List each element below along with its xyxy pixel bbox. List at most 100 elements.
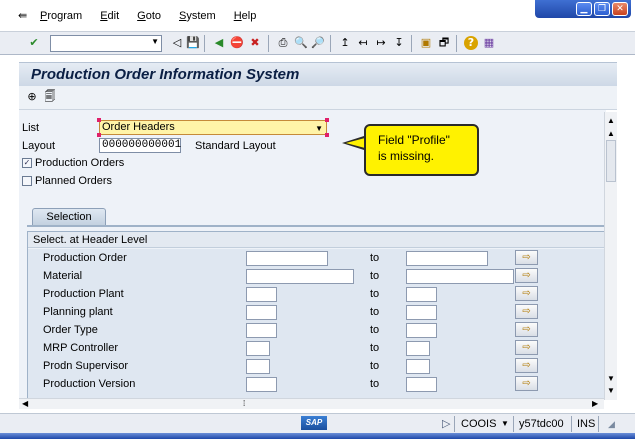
scroll-thumb[interactable]	[606, 140, 616, 182]
find-next-icon[interactable]: 🔎	[311, 36, 325, 50]
order-type-high-field[interactable]	[406, 323, 437, 338]
taskbar-edge	[0, 433, 635, 439]
multiple-selection-button[interactable]: ⇨	[515, 286, 538, 301]
help-icon[interactable]: ?	[464, 36, 478, 50]
vertical-scrollbar[interactable]: ▲ ▲ ▼ ▼	[604, 112, 617, 400]
enter-icon[interactable]: ✔	[27, 36, 41, 50]
save-icon[interactable]: 💾	[186, 36, 200, 50]
planned-orders-checkbox[interactable]	[22, 176, 32, 186]
to-label: to	[370, 288, 380, 300]
production-plant-label: Production Plant	[43, 288, 124, 300]
multiple-selection-button[interactable]: ⇨	[515, 304, 538, 319]
scroll-thumb-grip-icon[interactable]: ⁞	[243, 399, 245, 408]
first-page-icon[interactable]: ↥	[338, 36, 352, 50]
prodn-supervisor-low-field[interactable]	[246, 359, 270, 374]
previous-page-icon[interactable]: ↤	[356, 36, 370, 50]
title-bar: Production Order Information System	[19, 62, 617, 86]
server-name: y57tdc00	[519, 418, 564, 430]
scroll-left-icon[interactable]: ◀	[22, 399, 28, 408]
selection-handle	[97, 118, 101, 122]
multiple-selection-button[interactable]: ⇨	[515, 358, 538, 373]
to-label: to	[370, 252, 380, 264]
scroll-down-icon[interactable]: ▼	[607, 386, 615, 395]
close-button[interactable]: ✕	[612, 2, 628, 16]
material-label: Material	[43, 270, 83, 282]
cancel-icon[interactable]: ✖	[248, 36, 262, 50]
restore-button[interactable]: ❐	[594, 2, 610, 16]
menu-goto[interactable]: Goto	[137, 10, 161, 22]
mrp-controller-label: MRP Controller	[43, 342, 118, 354]
get-variant-icon[interactable]: 🗐	[43, 90, 57, 104]
order-type-low-field[interactable]	[246, 323, 277, 338]
planning-plant-high-field[interactable]	[406, 305, 437, 320]
resize-grip-icon[interactable]: ◢	[608, 417, 615, 431]
production-orders-checkbox[interactable]: ✓	[22, 158, 32, 168]
production-version-label: Production Version	[43, 378, 136, 390]
minimize-button[interactable]: ▁	[576, 2, 592, 16]
layout-menu-icon[interactable]: ▦	[482, 36, 496, 50]
planning-plant-low-field[interactable]	[246, 305, 277, 320]
mrp-controller-low-field[interactable]	[246, 341, 270, 356]
annotation-callout: Field "Profile" is missing.	[364, 124, 479, 176]
layout-description: Standard Layout	[195, 140, 276, 152]
planned-orders-label: Planned Orders	[35, 175, 113, 187]
toolbar-separator	[204, 35, 205, 52]
chevron-down-icon[interactable]: ▼	[315, 122, 323, 135]
scroll-up-icon[interactable]: ▲	[607, 129, 615, 138]
print-icon[interactable]: ⎙	[276, 36, 290, 50]
multiple-selection-button[interactable]: ⇨	[515, 250, 538, 265]
next-page-icon[interactable]: ↦	[374, 36, 388, 50]
chevron-down-icon[interactable]: ▼	[501, 417, 509, 431]
scroll-down-icon[interactable]: ▼	[607, 374, 615, 383]
command-field[interactable]: ▼	[50, 35, 162, 52]
order-type-label: Order Type	[43, 324, 98, 336]
scroll-up-icon[interactable]: ▲	[607, 116, 615, 125]
horizontal-scrollbar[interactable]: ◀ ⁞ ▶	[19, 398, 604, 409]
material-high-field[interactable]	[406, 269, 514, 284]
production-orders-label: Production Orders	[35, 157, 125, 169]
menu-help[interactable]: Help	[234, 10, 257, 22]
chevron-down-icon[interactable]: ▼	[151, 37, 159, 46]
to-label: to	[370, 342, 380, 354]
production-plant-high-field[interactable]	[406, 287, 437, 302]
planning-plant-label: Planning plant	[43, 306, 113, 318]
list-dropdown[interactable]: Order Headers ▼	[99, 120, 327, 135]
status-toggle-icon[interactable]: ▷	[442, 417, 450, 431]
material-low-field[interactable]	[246, 269, 354, 284]
application-toolbar: ⊕ 🗐	[19, 86, 617, 110]
transaction-code: COOIS	[461, 418, 497, 430]
list-label: List	[22, 122, 40, 134]
production-order-high-field[interactable]	[406, 251, 488, 266]
tab-selection[interactable]: Selection	[32, 208, 106, 225]
production-version-low-field[interactable]	[246, 377, 277, 392]
production-plant-low-field[interactable]	[246, 287, 277, 302]
production-version-high-field[interactable]	[406, 377, 437, 392]
insert-mode[interactable]: INS	[577, 417, 595, 431]
layout-label: Layout	[22, 140, 56, 152]
multiple-selection-button[interactable]: ⇨	[515, 340, 538, 355]
exit-icon[interactable]: ⛔	[230, 36, 244, 50]
menu-edit[interactable]: Edit	[100, 10, 119, 22]
last-page-icon[interactable]: ↧	[392, 36, 406, 50]
production-order-low-field[interactable]	[246, 251, 328, 266]
shortcut-icon[interactable]: 🗗	[437, 36, 451, 50]
multiple-selection-button[interactable]: ⇨	[515, 268, 538, 283]
mrp-controller-high-field[interactable]	[406, 341, 430, 356]
back-arrow-icon[interactable]: ◁	[170, 36, 184, 50]
multiple-selection-button[interactable]: ⇨	[515, 376, 538, 391]
window-controls: ▁ ❐ ✕	[535, 0, 631, 18]
execute-icon[interactable]: ⊕	[25, 90, 39, 104]
menu-program[interactable]: Program	[40, 10, 82, 22]
layout-field[interactable]: 000000000001	[99, 138, 181, 153]
multiple-selection-button[interactable]: ⇨	[515, 322, 538, 337]
system-menu-icon[interactable]: ⇚	[18, 10, 30, 22]
find-icon[interactable]: 🔍	[294, 36, 308, 50]
back-icon[interactable]: ◀	[212, 36, 226, 50]
new-session-icon[interactable]: ▣	[419, 36, 433, 50]
selection-handle	[325, 133, 329, 137]
scroll-right-icon[interactable]: ▶	[592, 399, 598, 408]
toolbar-separator	[411, 35, 412, 52]
menu-system[interactable]: System	[179, 10, 216, 22]
selection-rows: Production Order to ⇨ Material to ⇨ Prod…	[28, 249, 605, 398]
prodn-supervisor-high-field[interactable]	[406, 359, 430, 374]
